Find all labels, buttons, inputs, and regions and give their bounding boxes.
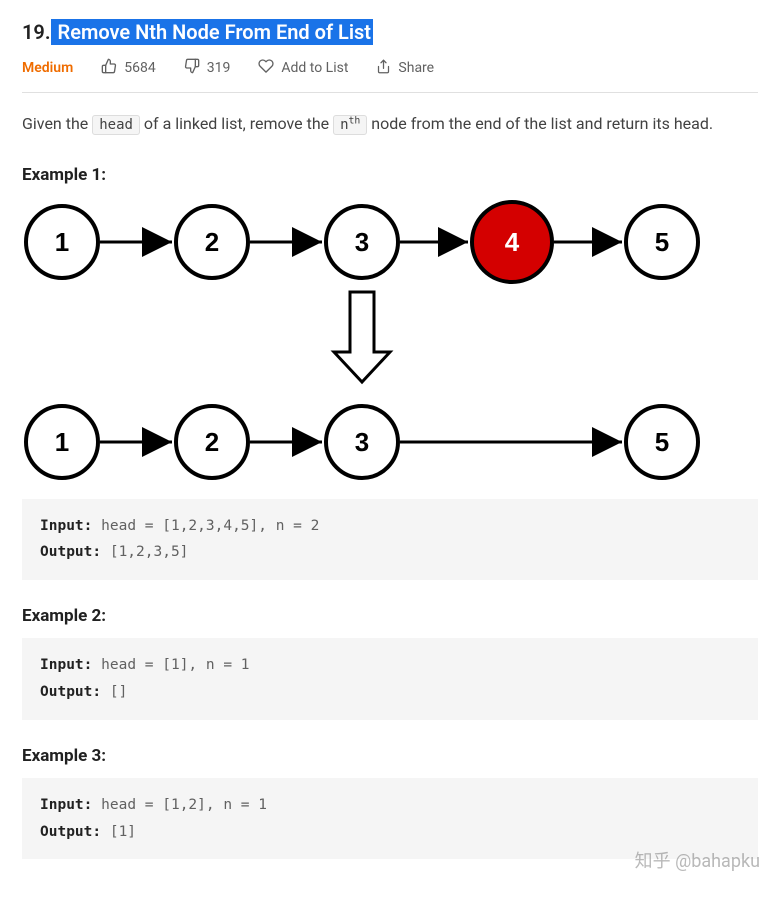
example-3-code: Input: head = [1,2], n = 1 Output: [1] bbox=[22, 778, 758, 860]
add-to-list-button[interactable]: Add to List bbox=[258, 58, 348, 78]
svg-text:2: 2 bbox=[205, 227, 219, 257]
example-2-label: Example 2: bbox=[22, 606, 758, 626]
example-1-diagram: 1 2 3 4 5 1 2 3 5 bbox=[22, 197, 758, 491]
example-1-code: Input: head = [1,2,3,4,5], n = 2 Output:… bbox=[22, 499, 758, 581]
svg-text:5: 5 bbox=[655, 227, 669, 257]
svg-text:3: 3 bbox=[355, 227, 369, 257]
svg-text:1: 1 bbox=[55, 227, 69, 257]
problem-number: 19. bbox=[22, 20, 51, 44]
problem-description: Given the head of a linked list, remove … bbox=[22, 111, 758, 137]
svg-text:3: 3 bbox=[355, 427, 369, 457]
svg-text:4: 4 bbox=[505, 227, 520, 257]
meta-row: Medium 5684 319 Add to List Share bbox=[22, 58, 758, 93]
code-nth: nth bbox=[333, 115, 367, 135]
dislike-count: 319 bbox=[207, 60, 231, 76]
example-2-code: Input: head = [1], n = 1 Output: [] bbox=[22, 638, 758, 720]
dislike-button[interactable]: 319 bbox=[184, 58, 231, 78]
thumbs-up-icon bbox=[101, 58, 117, 78]
problem-title: 19. Remove Nth Node From End of List bbox=[22, 20, 758, 44]
heart-icon bbox=[258, 58, 274, 78]
like-count: 5684 bbox=[124, 60, 155, 76]
code-head: head bbox=[92, 115, 140, 135]
svg-text:1: 1 bbox=[55, 427, 69, 457]
difficulty-badge: Medium bbox=[22, 60, 73, 76]
problem-name-selected: Remove Nth Node From End of List bbox=[51, 19, 373, 45]
example-3-label: Example 3: bbox=[22, 746, 758, 766]
share-button[interactable]: Share bbox=[376, 59, 434, 78]
share-label: Share bbox=[398, 60, 434, 76]
svg-text:2: 2 bbox=[205, 427, 219, 457]
share-icon bbox=[376, 59, 391, 78]
add-to-list-label: Add to List bbox=[281, 60, 348, 76]
thumbs-down-icon bbox=[184, 58, 200, 78]
example-1-label: Example 1: bbox=[22, 165, 758, 185]
like-button[interactable]: 5684 bbox=[101, 58, 155, 78]
svg-text:5: 5 bbox=[655, 427, 669, 457]
